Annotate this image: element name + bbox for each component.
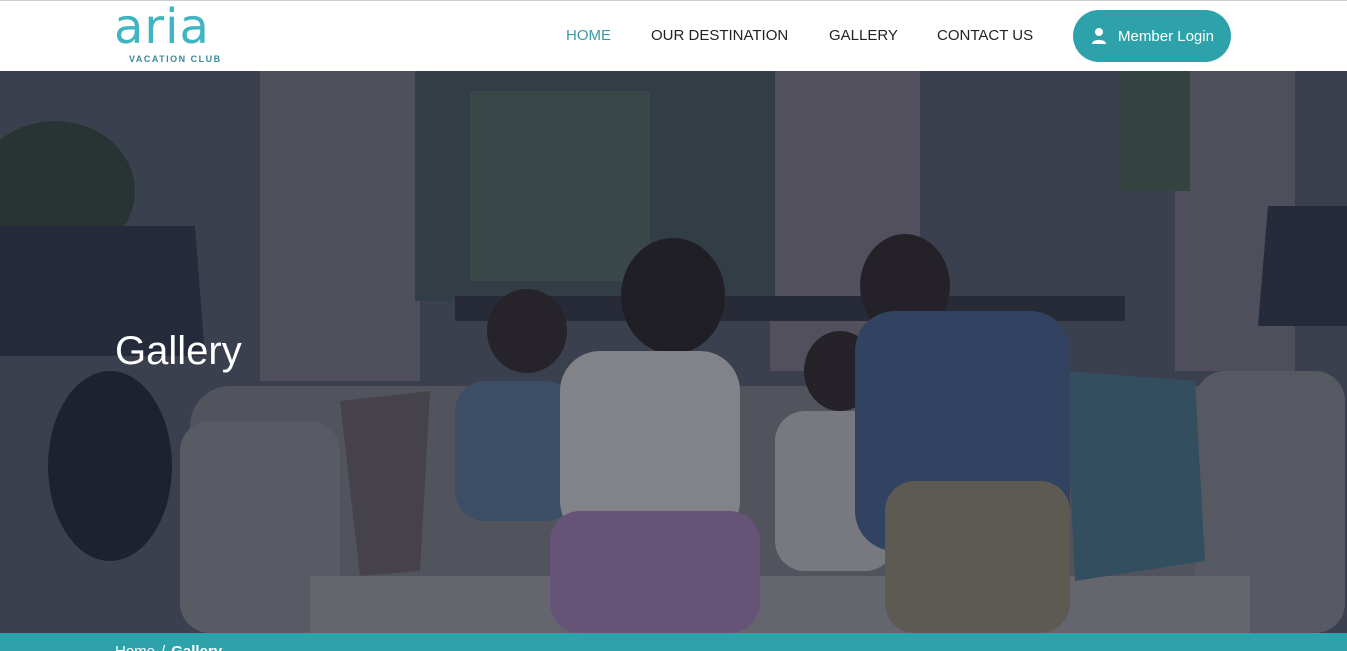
- page-title: Gallery: [115, 329, 242, 373]
- logo-tagline: VACATION CLUB: [129, 54, 222, 64]
- site-header: aria VACATION CLUB HOME OUR DESTINATION …: [0, 1, 1347, 71]
- hero-banner: Gallery: [0, 71, 1347, 633]
- member-login-label: Member Login: [1118, 27, 1214, 45]
- nav-home[interactable]: HOME: [566, 27, 611, 44]
- user-icon: [1092, 28, 1107, 44]
- member-login-button[interactable]: Member Login: [1073, 10, 1231, 62]
- nav-our-destination[interactable]: OUR DESTINATION: [651, 27, 788, 44]
- logo-wordmark: aria: [114, 0, 210, 55]
- breadcrumb-home[interactable]: Home: [115, 643, 155, 651]
- breadcrumb-bar: Home / Gallery: [0, 633, 1347, 651]
- aria-logo[interactable]: aria VACATION CLUB: [114, 3, 238, 67]
- breadcrumb-current: Gallery: [171, 643, 222, 651]
- breadcrumb: Home / Gallery: [115, 643, 222, 651]
- nav-gallery[interactable]: GALLERY: [829, 27, 898, 44]
- nav-contact-us[interactable]: CONTACT US: [937, 27, 1033, 44]
- breadcrumb-separator: /: [161, 643, 165, 651]
